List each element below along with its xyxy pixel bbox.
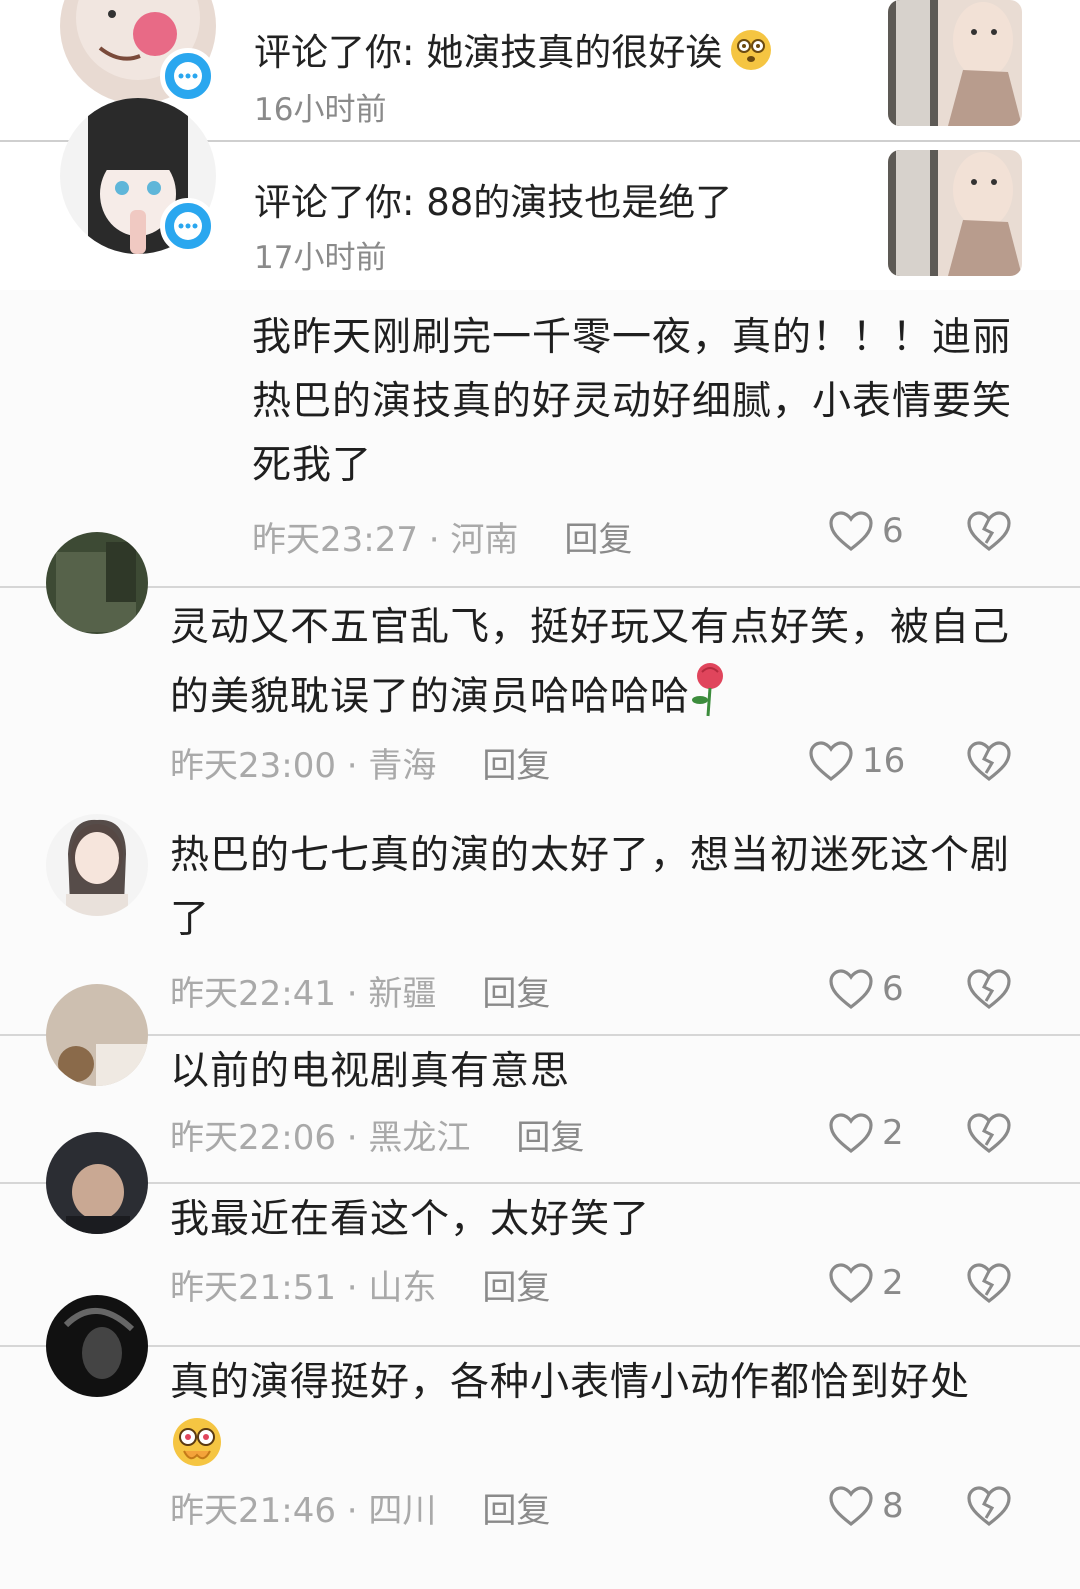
avatar[interactable]	[46, 1295, 148, 1397]
heart-icon	[829, 1486, 873, 1527]
comment-badge-icon	[160, 198, 216, 254]
like-count: 2	[882, 1113, 904, 1153]
reply-button[interactable]: 回复	[482, 1268, 550, 1308]
comment-time: 昨天21:51	[170, 1268, 336, 1308]
dislike-button[interactable]	[966, 740, 1012, 786]
notification-title: 评论了你: 88的演技也是绝了	[254, 181, 733, 224]
reply-button[interactable]: 回复	[516, 1118, 584, 1158]
broken-heart-icon	[967, 1113, 1011, 1154]
like-button[interactable]: 16	[808, 740, 905, 782]
comment-text: 真的演得挺好，各种小表情小动作都恰到好处	[170, 1351, 1015, 1489]
comment-item[interactable]: 以前的电视剧真有意思 昨天22:06 · 黑龙江 回复 2	[0, 984, 1080, 1182]
reply-button[interactable]: 回复	[482, 974, 550, 1014]
comment-time: 昨天22:06	[170, 1118, 336, 1158]
dislike-button[interactable]	[966, 510, 1012, 556]
heart-icon	[829, 1263, 873, 1304]
heart-icon	[829, 1113, 873, 1154]
comment-time: 昨天21:46	[170, 1491, 336, 1531]
like-button[interactable]: 2	[828, 1112, 904, 1154]
video-thumbnail[interactable]	[888, 150, 1022, 276]
comment-time: 昨天22:41	[170, 974, 336, 1014]
comment-location: 黑龙江	[368, 1118, 471, 1158]
starry-eyed-pleading-emoji-icon	[170, 1415, 224, 1489]
reply-button[interactable]: 回复	[482, 746, 550, 786]
comment-text: 我最近在看这个，太好笑了	[170, 1197, 651, 1242]
like-count: 6	[882, 511, 904, 551]
comment-item[interactable]: 我最近在看这个，太好笑了 昨天21:51 · 山东 回复 2	[0, 1132, 1080, 1346]
comment-item[interactable]: 灵动又不五官乱飞，挺好玩又有点好笑，被自己的美貌耽误了的演员哈哈哈哈 昨天23:…	[0, 532, 1080, 816]
comment-badge-icon	[160, 48, 216, 104]
comment-text: 我昨天刚刷完一千零一夜，真的！！！迪丽热巴的演技真的好灵动好细腻，小表情要笑死我…	[252, 315, 1013, 488]
comment-text: 热巴的七七真的演的太好了，想当初迷死这个剧了	[170, 833, 1011, 942]
heart-icon	[829, 511, 873, 552]
dislike-button[interactable]	[966, 1262, 1012, 1308]
comment-meta: 昨天23:27 · 河南 回复	[252, 520, 633, 560]
notification-time: 17小时前	[254, 240, 387, 276]
comment-item[interactable]: 热巴的七七真的演的太好了，想当初迷死这个剧了 昨天22:41 · 新疆 回复 6	[0, 814, 1080, 1034]
broken-heart-icon	[967, 1263, 1011, 1304]
dislike-button[interactable]	[966, 968, 1012, 1014]
comment-text: 灵动又不五官乱飞，挺好玩又有点好笑，被自己的美貌耽误了的演员哈哈哈哈	[170, 596, 1015, 738]
avatar[interactable]	[46, 984, 148, 1086]
like-button[interactable]: 6	[828, 510, 904, 552]
like-count: 16	[862, 741, 906, 781]
notification-title: 评论了你: 她演技真的很好诶	[254, 22, 776, 81]
avatar[interactable]	[46, 814, 148, 916]
avatar[interactable]	[46, 1132, 148, 1234]
like-button[interactable]: 8	[828, 1485, 904, 1527]
notification-item[interactable]: 评论了你: 88的演技也是绝了 17小时前	[0, 98, 1080, 290]
comment-location: 四川	[368, 1491, 437, 1531]
avatar[interactable]	[46, 532, 148, 634]
notification-time: 16小时前	[254, 92, 387, 128]
heart-icon	[809, 741, 853, 782]
broken-heart-icon	[967, 741, 1011, 782]
comment-meta: 昨天23:00 · 青海 回复	[170, 746, 551, 786]
comment-location: 新疆	[368, 974, 437, 1014]
reply-button[interactable]: 回复	[482, 1491, 550, 1531]
like-count: 8	[882, 1486, 904, 1526]
broken-heart-icon	[967, 969, 1011, 1010]
dislike-button[interactable]	[966, 1112, 1012, 1158]
comment-location: 河南	[450, 520, 519, 560]
comment-location: 青海	[368, 746, 437, 786]
comment-time: 昨天23:27	[252, 520, 418, 560]
comment-time: 昨天23:00	[170, 746, 336, 786]
rose-emoji-icon	[690, 660, 730, 738]
comment-meta: 昨天22:41 · 新疆 回复	[170, 974, 551, 1014]
heart-icon	[829, 969, 873, 1010]
reply-button[interactable]: 回复	[564, 520, 632, 560]
dislike-button[interactable]	[966, 1485, 1012, 1531]
comment-meta: 昨天21:51 · 山东 回复	[170, 1268, 551, 1308]
dizzy-face-emoji-icon	[726, 28, 776, 81]
video-thumbnail[interactable]	[888, 0, 1022, 126]
comment-text: 以前的电视剧真有意思	[170, 1049, 571, 1094]
like-button[interactable]: 2	[828, 1262, 904, 1304]
comment-meta: 昨天22:06 · 黑龙江 回复	[170, 1118, 585, 1158]
comment-location: 山东	[368, 1268, 437, 1308]
like-count: 6	[882, 969, 904, 1009]
like-button[interactable]: 6	[828, 968, 904, 1010]
comment-item[interactable]: 真的演得挺好，各种小表情小动作都恰到好处 昨天21:46 · 四川 回复 8	[0, 1295, 1080, 1589]
broken-heart-icon	[967, 511, 1011, 552]
like-count: 2	[882, 1263, 904, 1303]
broken-heart-icon	[967, 1486, 1011, 1527]
comment-item[interactable]: 我昨天刚刷完一千零一夜，真的！！！迪丽热巴的演技真的好灵动好细腻，小表情要笑死我…	[0, 290, 1080, 588]
comment-meta: 昨天21:46 · 四川 回复	[170, 1491, 551, 1531]
